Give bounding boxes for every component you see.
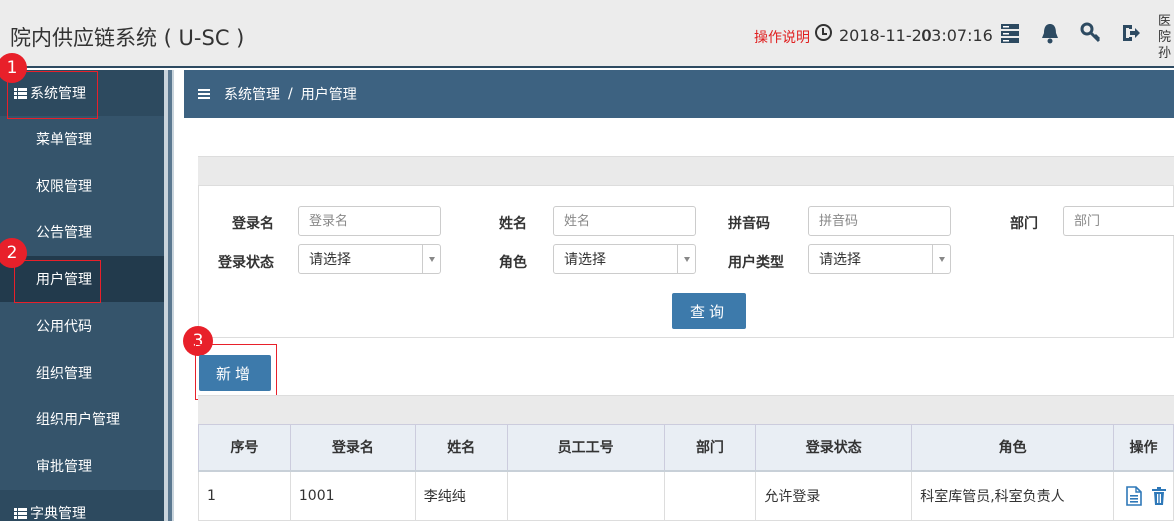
current-time: 03:07:16	[921, 26, 993, 45]
col-header-dept[interactable]: 部门	[663, 424, 757, 472]
table-header-row: 序号 登录名 姓名 员工工号 部门 登录状态 角色 操作	[198, 424, 1174, 472]
breadcrumb-separator: /	[288, 86, 293, 102]
cell-login-status: 允许登录	[755, 470, 913, 521]
user-type-label: 用户类型	[728, 255, 784, 271]
list-icon	[14, 507, 27, 519]
logout-icon[interactable]	[1120, 22, 1142, 44]
user-type-value: 请选择	[819, 252, 861, 268]
cell-actions	[1112, 470, 1174, 521]
table-panel-header	[198, 395, 1174, 425]
trash-icon[interactable]	[1152, 486, 1167, 505]
col-header-login-name[interactable]: 登录名	[289, 424, 416, 472]
sidebar-item-menu[interactable]: 菜单管理	[0, 116, 164, 162]
login-status-value: 请选择	[309, 252, 351, 268]
sidebar-scrollbar[interactable]	[168, 70, 172, 521]
edit-document-icon[interactable]	[1126, 485, 1142, 506]
dept-label: 部门	[1010, 216, 1038, 232]
sidebar-item-common-code[interactable]: 公用代码	[0, 303, 164, 349]
app-title: 院内供应链系统 ( U-SC )	[10, 26, 245, 50]
chevron-down-icon	[422, 245, 440, 273]
user-info[interactable]: 医院 孙	[1158, 14, 1174, 62]
col-header-actions: 操作	[1112, 424, 1174, 472]
login-name-label: 登录名	[232, 216, 274, 232]
breadcrumb-root[interactable]: 系统管理	[224, 84, 280, 104]
role-select[interactable]: 请选择	[553, 244, 696, 274]
col-header-login-status[interactable]: 登录状态	[755, 424, 913, 472]
table-row[interactable]: 1 1001 李纯纯 允许登录 科室库管员,科室负责人	[198, 470, 1174, 521]
login-status-label: 登录状态	[218, 255, 274, 271]
cell-role: 科室库管员,科室负责人	[911, 470, 1114, 521]
dept-input[interactable]	[1063, 206, 1174, 236]
search-panel-header	[198, 156, 1174, 186]
col-header-employee-id[interactable]: 员工工号	[506, 424, 665, 472]
bell-icon[interactable]	[1039, 22, 1061, 44]
sidebar-item-permission[interactable]: 权限管理	[0, 163, 164, 209]
pinyin-label: 拼音码	[728, 216, 770, 232]
pinyin-input[interactable]	[808, 206, 951, 236]
sidebar-item-org-users[interactable]: 组织用户管理	[0, 396, 164, 442]
cell-employee-id	[506, 470, 665, 521]
cell-index: 1	[198, 470, 291, 521]
query-button[interactable]: 查询	[672, 293, 746, 329]
user-table: 序号 登录名 姓名 员工工号 部门 登录状态 角色 操作 1 1001 李纯纯 …	[198, 424, 1174, 521]
cell-name: 李纯纯	[414, 470, 508, 521]
col-header-index[interactable]: 序号	[198, 424, 291, 472]
key-icon[interactable]	[1080, 22, 1102, 44]
help-link[interactable]: 操作说明	[754, 27, 810, 47]
chevron-down-icon	[932, 245, 950, 273]
login-name-input[interactable]	[298, 206, 441, 236]
server-icon[interactable]	[999, 22, 1021, 44]
clock-icon	[815, 24, 832, 41]
col-header-name[interactable]: 姓名	[414, 424, 508, 472]
cell-login-name: 1001	[289, 470, 416, 521]
name-label: 姓名	[499, 216, 527, 232]
current-date: 2018-11-20	[839, 26, 932, 45]
top-header: 院内供应链系统 ( U-SC ) 操作说明 2018-11-20 03:07:1…	[0, 0, 1174, 68]
name-input[interactable]	[553, 206, 696, 236]
role-value: 请选择	[564, 252, 606, 268]
col-header-role[interactable]: 角色	[911, 424, 1114, 472]
add-button[interactable]: 新增	[199, 355, 271, 391]
login-status-select[interactable]: 请选择	[298, 244, 441, 274]
cell-dept	[663, 470, 757, 521]
chevron-down-icon	[677, 245, 695, 273]
sidebar-group-label: 字典管理	[30, 506, 86, 521]
sidebar-item-approval[interactable]: 审批管理	[0, 443, 164, 489]
hamburger-icon[interactable]	[198, 89, 210, 99]
user-type-select[interactable]: 请选择	[808, 244, 951, 274]
highlight-box-users	[14, 260, 101, 303]
role-label: 角色	[499, 255, 527, 271]
breadcrumb: 系统管理 / 用户管理	[184, 70, 1174, 118]
sidebar-item-org[interactable]: 组织管理	[0, 350, 164, 396]
breadcrumb-current: 用户管理	[300, 87, 357, 103]
sidebar-group-dictionary[interactable]: 字典管理	[0, 490, 164, 521]
